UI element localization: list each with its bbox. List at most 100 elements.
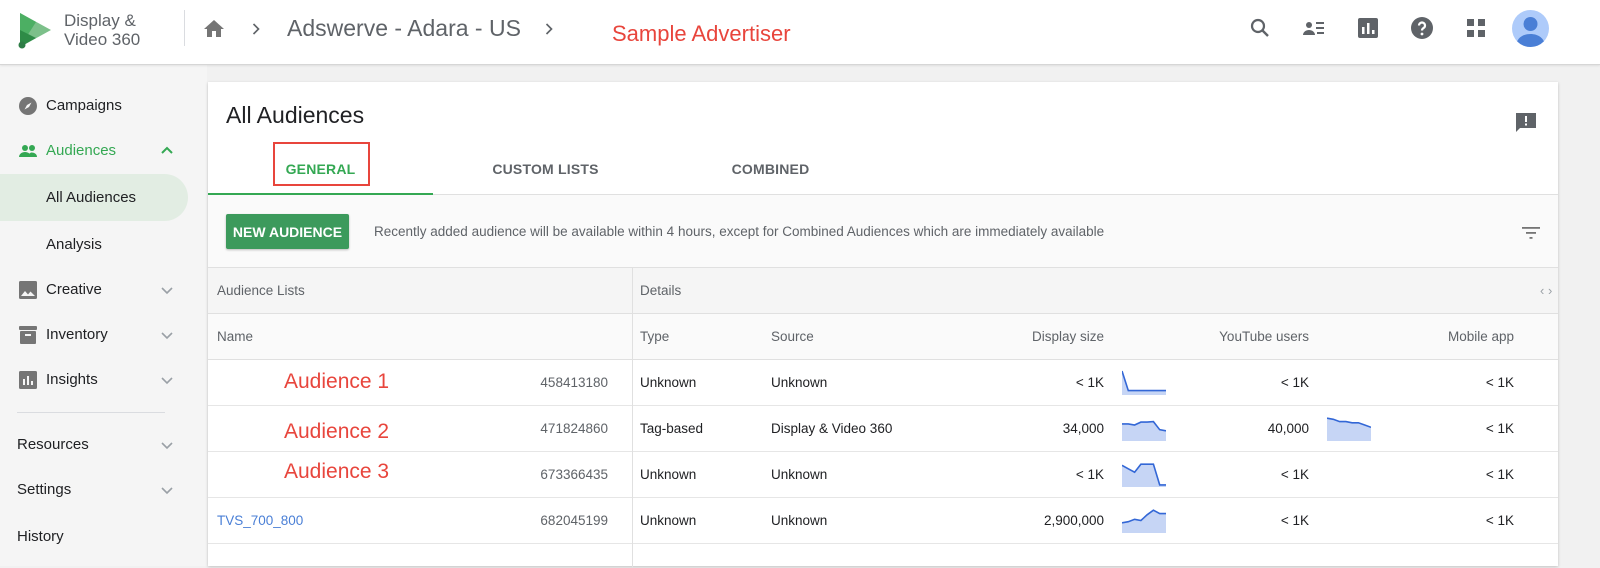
chevron-down-icon[interactable] [158,371,176,389]
chevron-down-icon[interactable] [158,326,176,344]
sidebar-item-label: Analysis [46,236,102,253]
youtube-users: < 1K [1280,375,1309,390]
mobile-app: < 1K [1485,467,1514,482]
column-header-row: Name Type Source Display size YouTube us… [208,314,1558,360]
sidebar-item-label: Audiences [46,142,117,159]
archive-icon [19,326,37,344]
audience-type: Unknown [640,375,697,390]
sidebar-nav: Campaigns Audiences All Audiences Analys… [0,65,207,566]
mobile-app: < 1K [1485,375,1514,390]
display-size: < 1K [1075,467,1104,482]
sidebar-item-campaigns[interactable]: Campaigns [0,88,190,124]
audience-source: Unknown [771,375,828,390]
sidebar-item-all-audiences[interactable]: All Audiences [0,174,188,221]
chevron-up-icon[interactable] [158,142,176,160]
tab-bar: GENERAL CUSTOM LISTS COMBINED [208,152,1558,195]
youtube-users: 40,000 [1267,421,1309,436]
chevron-down-icon[interactable] [158,281,176,299]
image-icon [19,281,37,299]
sidebar-item-settings[interactable]: Settings [0,472,190,508]
reports-icon[interactable] [1356,16,1380,40]
apps-icon[interactable] [1464,16,1488,40]
account-avatar[interactable] [1512,10,1549,47]
audience-source: Unknown [771,513,828,528]
display-size: 2,900,000 [1043,513,1104,528]
sidebar-item-label: Campaigns [46,97,122,114]
sidebar-item-history[interactable]: History [0,519,190,555]
sidebar-item-insights[interactable]: Insights [0,362,190,398]
column-header-source[interactable]: Source [771,329,814,344]
table-row[interactable]: Audience 3 673366435 Unknown Unknown < 1… [208,452,1558,498]
search-icon[interactable] [1248,16,1272,40]
display-trend-sparkline [1122,370,1166,395]
youtube-users: < 1K [1280,467,1309,482]
audiences-card: All Audiences GENERAL CUSTOM LISTS COMBI… [208,82,1558,568]
sidebar-item-inventory[interactable]: Inventory [0,317,190,353]
table-row[interactable]: Audience 1 458413180 Unknown Unknown < 1… [208,360,1558,406]
new-audience-button[interactable]: NEW AUDIENCE [226,214,349,249]
page-title: All Audiences [226,102,365,128]
chevron-right-icon [252,23,260,35]
sidebar-item-resources[interactable]: Resources [0,427,190,463]
display-trend-sparkline [1122,420,1166,441]
audience-type: Unknown [640,467,697,482]
breadcrumb-advertiser[interactable]: Sample Advertiser [612,21,791,47]
audience-name[interactable]: Audience 2 [284,420,389,444]
table-row[interactable]: Audience 2 471824860 Tag-based Display &… [208,406,1558,452]
sparkline-line [1122,370,1166,392]
column-header-mobile-app[interactable]: Mobile app [1394,329,1514,344]
product-name: Display & Video 360 [64,11,140,49]
audience-id: 682045199 [540,513,608,528]
audience-type: Unknown [640,513,697,528]
header-divider [184,10,185,46]
audience-type: Tag-based [640,421,704,436]
display-size: 34,000 [1062,421,1104,436]
column-header-display-size[interactable]: Display size [1004,329,1104,344]
filter-icon[interactable] [1519,221,1543,245]
tab-custom-lists[interactable]: CUSTOM LISTS [433,152,658,194]
breadcrumb-partner[interactable]: Adswerve - Adara - US [287,15,521,42]
home-icon[interactable] [202,17,226,41]
compass-icon [19,97,37,115]
sidebar-item-label: Insights [46,371,98,388]
person-icon [1516,17,1545,47]
sidebar-item-analysis[interactable]: Analysis [0,227,190,263]
display-size: < 1K [1075,375,1104,390]
group-header-details: Details [640,283,682,298]
column-header-youtube-users[interactable]: YouTube users [1189,329,1309,344]
tab-general[interactable]: GENERAL [208,152,433,195]
top-app-bar: Display & Video 360 Adswerve - Adara - U… [0,0,1600,65]
product-name-line1: Display & [64,11,136,30]
audience-id: 458413180 [540,375,608,390]
column-header-name[interactable]: Name [217,329,253,344]
group-header-audience-lists: Audience Lists [217,283,305,298]
chevron-right-icon[interactable] [539,19,559,39]
tab-combined[interactable]: COMBINED [658,152,883,194]
table-row[interactable]: TVS_700_800 682045199 Unknown Unknown 2,… [208,498,1558,544]
column-scroll-arrows-icon[interactable]: ‹ › [1540,283,1552,298]
sidebar-item-label: History [17,528,64,545]
contacts-icon[interactable] [1302,16,1326,40]
product-name-line2: Video 360 [64,30,141,49]
help-icon[interactable] [1410,16,1434,40]
sidebar-item-label: Resources [17,436,89,453]
group-header-row: Audience Lists Details ‹ › [208,268,1558,314]
sidebar-item-label: Creative [46,281,102,298]
sidebar-item-creative[interactable]: Creative [0,272,190,308]
audience-name[interactable]: Audience 1 [284,370,389,394]
audience-name[interactable]: Audience 3 [284,460,389,484]
audience-toolbar: NEW AUDIENCE Recently added audience wil… [208,195,1558,268]
feedback-icon[interactable] [1514,110,1538,134]
sidebar-divider [17,412,165,413]
youtube-users: < 1K [1280,513,1309,528]
audience-source: Display & Video 360 [771,421,893,436]
column-header-type[interactable]: Type [640,329,669,344]
youtube-trend-sparkline [1327,417,1371,441]
audience-name-link[interactable]: TVS_700_800 [217,513,303,528]
display-trend-sparkline [1122,509,1166,533]
sidebar-item-audiences[interactable]: Audiences [0,133,190,169]
chevron-down-icon[interactable] [158,436,176,454]
audience-id: 673366435 [540,467,608,482]
sidebar-item-label: Settings [17,481,72,498]
chevron-down-icon[interactable] [158,481,176,499]
